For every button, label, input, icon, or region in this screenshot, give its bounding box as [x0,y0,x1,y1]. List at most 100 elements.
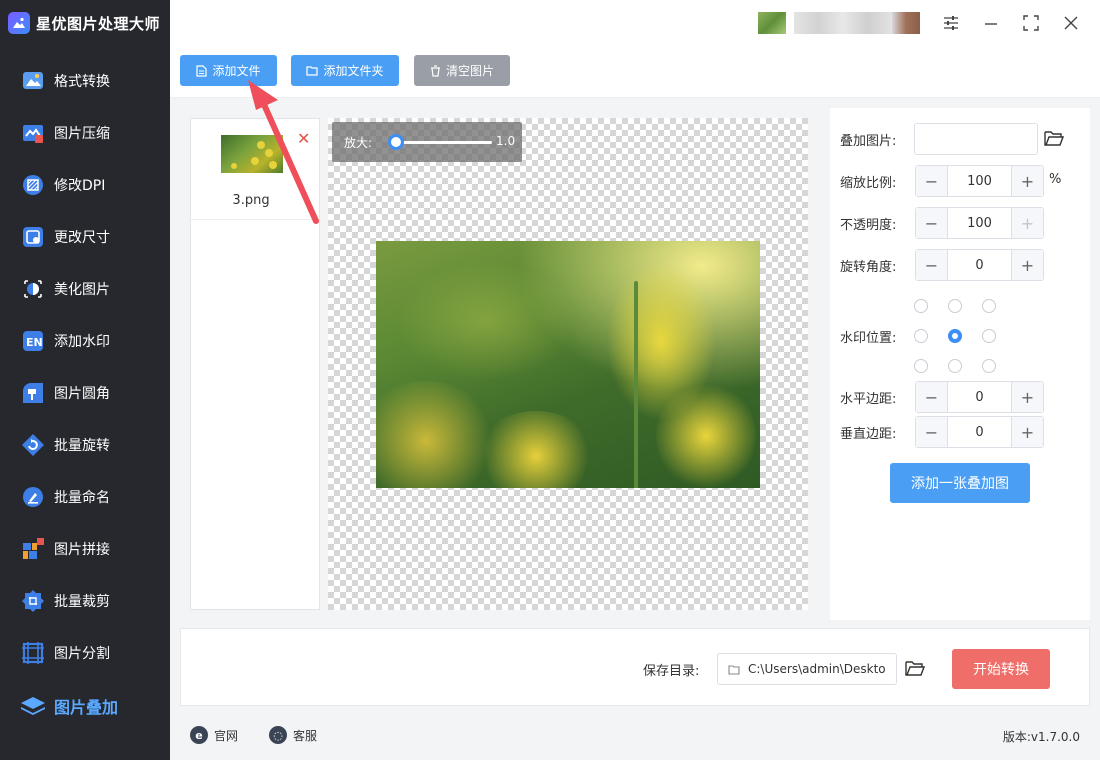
scale-stepper[interactable]: − 100 + [915,165,1044,197]
sidebar-item-label: 批量旋转 [54,438,110,454]
opacity-stepper[interactable]: − 100 + [915,207,1044,239]
vertical-margin-label: 垂直边距: [840,427,897,442]
opacity-increment-button[interactable]: + [1011,208,1043,238]
horizontal-margin-decrement-button[interactable]: − [916,382,948,412]
clear-images-label: 清空图片 [445,64,494,78]
file-name: 3.png [232,193,270,208]
sidebar-item-round-corner[interactable]: 图片圆角 [0,373,170,413]
sidebar-item-dpi[interactable]: 修改DPI [0,165,170,205]
start-convert-button[interactable]: 开始转换 [952,649,1050,689]
sidebar-item-rotate[interactable]: 批量旋转 [0,425,170,465]
zoom-value: 1.0 [496,134,516,148]
sidebar-item-label: 格式转换 [54,74,110,90]
vertical-margin-decrement-button[interactable]: − [916,417,948,447]
browse-folder-icon[interactable] [1044,129,1065,151]
app-title: 星优图片处理大师 [36,14,161,33]
trash-icon [430,64,440,77]
preview-image [376,241,760,488]
sidebar-item-watermark[interactable]: EN 添加水印 [0,321,170,361]
rotation-increment-button[interactable]: + [1011,250,1043,280]
layers-icon [20,693,46,719]
horizontal-margin-label: 水平边距: [840,392,897,407]
footer: e 官网 ◌ 客服 版本:v1.7.0.0 [170,712,1100,760]
sidebar-item-label: 批量命名 [54,490,110,506]
settings-sliders-icon[interactable] [940,12,962,34]
sidebar-item-compress[interactable]: 图片压缩 [0,113,170,153]
rotation-label: 旋转角度: [840,260,897,275]
scale-decrement-button[interactable]: − [916,166,948,196]
sidebar-item-label: 图片叠加 [54,698,119,717]
divider [191,219,319,220]
position-radio-bottom-right[interactable] [982,359,996,373]
remove-file-icon[interactable]: ✕ [297,129,310,148]
output-panel: 保存目录: C:\Users\admin\Deskto 开始转换 [180,628,1090,706]
position-radio-top-left[interactable] [914,299,928,313]
opacity-label: 不透明度: [840,218,897,233]
image-convert-icon [20,68,46,94]
scale-value[interactable]: 100 [948,166,1011,196]
sidebar-item-label: 图片分割 [54,646,110,662]
close-icon[interactable] [1060,12,1082,34]
vertical-margin-increment-button[interactable]: + [1011,417,1043,447]
horizontal-margin-value[interactable]: 0 [948,382,1011,412]
folder-icon [728,664,740,675]
add-folder-button[interactable]: 添加文件夹 [291,55,399,86]
zoom-slider-track[interactable] [394,141,492,144]
overlay-settings-panel: 叠加图片: 缩放比例: − 100 + % 不透明度: − 100 + 旋转角度… [830,108,1090,620]
zoom-control: 放大: 1.0 [332,122,522,162]
maximize-icon[interactable] [1020,12,1042,34]
toolbar: 添加文件 添加文件夹 清空图片 [170,46,1100,98]
position-radio-top-right[interactable] [982,299,996,313]
horizontal-margin-stepper[interactable]: − 0 + [915,381,1044,413]
rotation-stepper[interactable]: − 0 + [915,249,1044,281]
add-overlay-image-button[interactable]: 添加一张叠加图 [890,463,1030,503]
position-radio-top-center[interactable] [948,299,962,313]
position-radio-bottom-left[interactable] [914,359,928,373]
support-label: 客服 [293,728,318,743]
clear-images-button[interactable]: 清空图片 [414,55,510,86]
sidebar-item-format-convert[interactable]: 格式转换 [0,61,170,101]
rename-icon [20,484,46,510]
sidebar-item-split[interactable]: 图片分割 [0,633,170,673]
opacity-value[interactable]: 100 [948,208,1011,238]
website-label: 官网 [214,728,239,743]
sidebar-item-crop[interactable]: 批量裁剪 [0,581,170,621]
user-account-blurred[interactable] [758,12,920,34]
sidebar-item-stitch[interactable]: 图片拼接 [0,529,170,569]
minimize-icon[interactable] [980,12,1002,34]
position-radio-middle-left[interactable] [914,329,928,343]
scale-increment-button[interactable]: + [1011,166,1043,196]
overlay-image-input[interactable] [914,123,1038,155]
website-link[interactable]: e 官网 [190,726,238,744]
svg-text:EN: EN [26,336,43,349]
save-directory-label: 保存目录: [643,664,700,679]
position-radio-bottom-center[interactable] [948,359,962,373]
brand: 星优图片处理大师 [0,0,170,46]
stitch-icon [20,536,46,562]
zoom-slider-handle[interactable] [388,134,404,150]
vertical-margin-stepper[interactable]: − 0 + [915,416,1044,448]
chat-icon: ◌ [269,726,287,744]
sidebar-item-beautify[interactable]: 美化图片 [0,269,170,309]
rotation-value[interactable]: 0 [948,250,1011,280]
position-radio-middle-right[interactable] [982,329,996,343]
rotation-decrement-button[interactable]: − [916,250,948,280]
position-radio-center[interactable] [948,329,962,343]
sidebar-item-resize[interactable]: 更改尺寸 [0,217,170,257]
sidebar-item-label: 修改DPI [54,178,106,194]
opacity-decrement-button[interactable]: − [916,208,948,238]
support-link[interactable]: ◌ 客服 [269,726,317,744]
add-file-button[interactable]: 添加文件 [180,55,277,86]
file-icon [196,64,208,77]
vertical-margin-value[interactable]: 0 [948,417,1011,447]
folder-icon [306,66,319,76]
horizontal-margin-increment-button[interactable]: + [1011,382,1043,412]
add-folder-label: 添加文件夹 [323,64,384,78]
save-directory-input[interactable]: C:\Users\admin\Deskto [717,653,897,685]
rotate-icon [20,432,46,458]
version-text: 版本:v1.7.0.0 [1002,730,1080,744]
split-icon [20,640,46,666]
sidebar-item-overlay[interactable]: 图片叠加 [0,686,170,726]
sidebar-item-rename[interactable]: 批量命名 [0,477,170,517]
browse-output-folder-icon[interactable] [905,659,926,681]
